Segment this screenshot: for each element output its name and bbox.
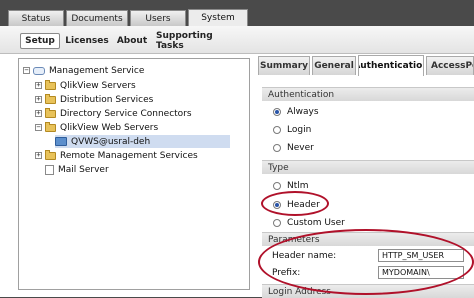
radio-label: Always xyxy=(287,107,319,117)
radio-button[interactable] xyxy=(273,144,281,152)
web-server-icon xyxy=(55,137,67,146)
parameters-section-header: Parameters xyxy=(262,232,474,246)
tree-item-directory-service-connectors[interactable]: + Directory Service Connectors xyxy=(35,107,192,120)
properties-tab-bar: Summary General Authentication AccessPoi xyxy=(256,54,474,76)
sub-tab-bar: Setup Licenses About Supporting Tasks xyxy=(0,26,474,54)
folder-icon xyxy=(45,93,56,104)
authentication-section-header: Authentication xyxy=(262,87,474,101)
expand-icon[interactable]: + xyxy=(35,152,42,159)
tree-item-label: QlikView Servers xyxy=(60,80,136,91)
tab-authentication[interactable]: Authentication xyxy=(358,55,424,76)
radio-custom-user[interactable]: Custom User xyxy=(273,217,345,229)
folder-icon xyxy=(45,79,56,90)
tree-item-qvws-usral-deh[interactable]: QVWS@usral-deh xyxy=(55,135,230,148)
expand-icon[interactable]: + xyxy=(35,110,42,117)
tree-item-mail-server[interactable]: Mail Server xyxy=(45,163,109,176)
tab-documents[interactable]: Documents xyxy=(66,10,128,26)
radio-label: Custom User xyxy=(287,218,345,228)
collapse-icon[interactable]: − xyxy=(35,124,42,131)
properties-panel: Summary General Authentication AccessPoi… xyxy=(256,54,474,298)
tree-item-remote-management-services[interactable]: + Remote Management Services xyxy=(35,149,198,162)
tab-licenses[interactable]: Licenses xyxy=(64,33,110,49)
radio-button[interactable] xyxy=(273,182,281,190)
prefix-input[interactable]: MYDOMAIN\ xyxy=(378,266,464,279)
expand-icon[interactable]: + xyxy=(35,82,42,89)
expand-icon[interactable]: + xyxy=(35,96,42,103)
tab-about[interactable]: About xyxy=(114,33,150,49)
tree-item-label: Directory Service Connectors xyxy=(60,108,192,119)
header-name-label: Header name: xyxy=(272,250,337,261)
radio-label: Ntlm xyxy=(287,181,309,191)
tree-item-label: Mail Server xyxy=(58,164,109,175)
tab-supporting-tasks[interactable]: Supporting Tasks xyxy=(156,31,232,51)
login-address-section-header: Login Address xyxy=(262,284,474,298)
tab-accesspoint[interactable]: AccessPoi xyxy=(426,56,474,75)
tree-item-qlikview-web-servers[interactable]: − QlikView Web Servers xyxy=(35,121,158,134)
main-tab-bar: Status Documents Users System xyxy=(0,0,474,26)
tab-general[interactable]: General xyxy=(312,56,356,75)
tree-root[interactable]: − Management Service xyxy=(23,64,144,77)
tab-system[interactable]: System xyxy=(188,9,248,26)
tab-summary[interactable]: Summary xyxy=(258,56,310,75)
folder-icon xyxy=(45,121,56,132)
radio-label: Never xyxy=(287,143,314,153)
collapse-icon[interactable]: − xyxy=(23,67,30,74)
tree-root-label: Management Service xyxy=(49,65,145,76)
mail-server-icon xyxy=(45,164,54,175)
radio-login[interactable]: Login xyxy=(273,124,311,136)
tab-status[interactable]: Status xyxy=(8,10,64,26)
radio-button[interactable] xyxy=(273,201,281,209)
tree-item-label: Remote Management Services xyxy=(60,150,198,161)
tree-item-label: QlikView Web Servers xyxy=(60,122,159,133)
radio-label: Login xyxy=(287,125,312,135)
service-tree: − Management Service + QlikView Servers … xyxy=(18,58,250,290)
radio-button[interactable] xyxy=(273,108,281,116)
folder-icon xyxy=(45,107,56,118)
radio-label: Header xyxy=(287,200,320,210)
tree-item-qlikview-servers[interactable]: + QlikView Servers xyxy=(35,79,136,92)
radio-button[interactable] xyxy=(273,219,281,227)
radio-always[interactable]: Always xyxy=(273,106,319,118)
tree-item-label: QVWS@usral-deh xyxy=(71,136,151,147)
radio-never[interactable]: Never xyxy=(273,142,314,154)
tree-item-label: Distribution Services xyxy=(60,94,154,105)
type-section-header: Type xyxy=(262,160,474,174)
folder-icon xyxy=(45,149,56,160)
tab-setup[interactable]: Setup xyxy=(20,33,60,49)
radio-ntlm[interactable]: Ntlm xyxy=(273,180,309,192)
radio-header[interactable]: Header xyxy=(273,199,320,211)
prefix-label: Prefix: xyxy=(272,267,301,278)
radio-button[interactable] xyxy=(273,126,281,134)
header-name-input[interactable]: HTTP_SM_USER xyxy=(378,249,464,262)
tree-item-distribution-services[interactable]: + Distribution Services xyxy=(35,93,153,106)
management-service-icon xyxy=(33,66,45,75)
content-area: − Management Service + QlikView Servers … xyxy=(0,54,474,298)
tab-users[interactable]: Users xyxy=(130,10,186,26)
